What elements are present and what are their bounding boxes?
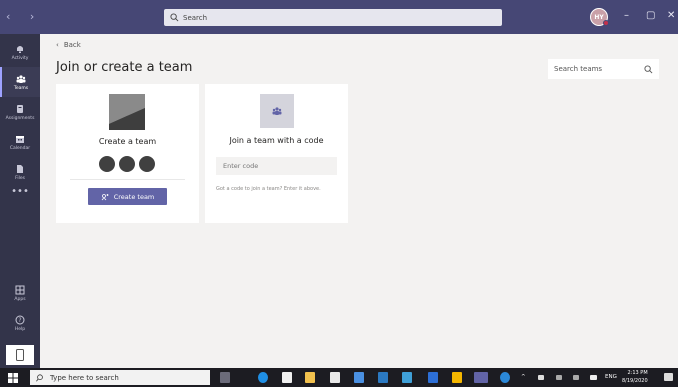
rail-item-files[interactable]: Files: [0, 157, 40, 187]
photos-icon[interactable]: [402, 372, 412, 383]
phone-icon: [16, 349, 24, 361]
create-team-title: Create a team: [98, 137, 157, 146]
svg-text:?: ?: [18, 317, 21, 324]
apps-icon: [15, 285, 25, 294]
rail-item-help[interactable]: ? Help: [0, 308, 40, 338]
back-label: Back: [63, 41, 81, 49]
cloud-icon[interactable]: [590, 375, 597, 380]
join-team-card: Join a team with a code Got a code to jo…: [205, 84, 348, 223]
create-team-button[interactable]: Create team: [88, 188, 167, 205]
avatar[interactable]: HY: [590, 8, 609, 26]
rail-item-teams[interactable]: Teams: [0, 67, 40, 97]
history-arrows[interactable]: ‹ ›: [6, 10, 42, 23]
rail-item-calendar[interactable]: Calendar: [0, 127, 40, 157]
more-apps-button[interactable]: •••: [0, 186, 40, 197]
search-icon: [170, 13, 179, 22]
teams-taskbar-icon[interactable]: [474, 372, 488, 383]
windows-start-icon[interactable]: [8, 373, 18, 383]
device-button[interactable]: [6, 345, 34, 365]
word-icon[interactable]: [428, 372, 438, 383]
rail-label: Calendar: [9, 145, 31, 151]
join-team-title: Join a team with a code: [229, 136, 324, 145]
chevron-left-icon: ‹: [56, 41, 59, 49]
global-search-placeholder: Search: [183, 13, 208, 22]
edge-icon[interactable]: [258, 372, 268, 383]
wifi-icon[interactable]: [573, 375, 579, 380]
title-bar: ‹ › Search HY – ▢ ✕: [0, 0, 678, 34]
team-code-input[interactable]: [216, 157, 337, 175]
avatar: [118, 155, 136, 173]
create-team-button-label: Create team: [113, 192, 155, 201]
calendar-icon: [16, 135, 24, 143]
app-rail: Activity Teams Assignments Calendar File…: [0, 34, 40, 368]
help-icon: ?: [15, 315, 25, 324]
rail-label: Apps: [14, 296, 26, 302]
volume-icon[interactable]: [556, 375, 562, 380]
bell-icon: [17, 45, 23, 53]
global-search-input[interactable]: Search: [164, 9, 502, 26]
teams-icon: [16, 74, 26, 83]
assignments-icon: [17, 104, 23, 113]
divider: [70, 179, 185, 180]
add-team-icon: [101, 193, 109, 200]
taskbar: Type here to search ^ ENG 2:13 PM 8/19/2…: [0, 368, 678, 387]
language-indicator[interactable]: ENG: [605, 374, 617, 380]
join-team-image: [260, 94, 294, 128]
app-icon[interactable]: [452, 372, 462, 383]
back-link[interactable]: ‹ Back: [56, 41, 81, 49]
member-avatars: [98, 155, 156, 173]
battery-icon[interactable]: [538, 375, 544, 380]
rail-label: Help: [14, 326, 26, 332]
team-code-hint: Got a code to join a team? Enter it abov…: [216, 186, 321, 192]
create-team-card[interactable]: Create a team Create team: [56, 84, 199, 223]
team-search-input[interactable]: Search teams: [548, 59, 659, 79]
avatar: [98, 155, 116, 173]
rail-label: Activity: [11, 55, 29, 61]
clock-time: 2:13 PM: [627, 370, 648, 376]
rail-item-apps[interactable]: Apps: [0, 278, 40, 308]
page-title: Join or create a team: [56, 60, 193, 75]
taskbar-search-placeholder: Type here to search: [50, 373, 119, 382]
status-dot: [603, 20, 609, 26]
task-view-icon[interactable]: [220, 372, 230, 383]
notification-icon[interactable]: [664, 373, 673, 381]
rail-item-activity[interactable]: Activity: [0, 37, 40, 67]
dropbox-icon[interactable]: [354, 372, 364, 383]
app-circle-icon[interactable]: [500, 372, 510, 383]
team-search-placeholder: Search teams: [554, 65, 603, 73]
rail-item-assignments[interactable]: Assignments: [0, 97, 40, 127]
taskbar-search-input[interactable]: Type here to search: [30, 370, 210, 385]
team-image-placeholder: [109, 94, 145, 130]
device-strip: [0, 342, 40, 368]
store-icon[interactable]: [282, 372, 292, 383]
rail-label: Files: [15, 175, 25, 181]
maximize-button[interactable]: ▢: [646, 10, 655, 21]
avatar: [138, 155, 156, 173]
folder-icon[interactable]: [305, 372, 315, 383]
amazon-icon[interactable]: [330, 372, 340, 383]
teams-icon: [272, 107, 282, 115]
mail-icon[interactable]: [378, 372, 388, 383]
app-window: ‹ › Search HY – ▢ ✕ Activity Teams Assig…: [0, 0, 678, 387]
search-icon: [36, 373, 43, 381]
close-button[interactable]: ✕: [667, 10, 675, 21]
file-icon: [17, 164, 23, 173]
clock-date: 8/19/2020: [622, 378, 648, 384]
search-icon: [644, 64, 653, 73]
avatar-initials: HY: [594, 13, 604, 21]
rail-label: Assignments: [5, 115, 35, 121]
tray-chevron-icon[interactable]: ^: [521, 374, 526, 380]
rail-label: Teams: [13, 85, 29, 91]
taskbar-clock[interactable]: 2:13 PM 8/19/2020: [622, 369, 648, 385]
minimize-button[interactable]: –: [624, 10, 629, 21]
